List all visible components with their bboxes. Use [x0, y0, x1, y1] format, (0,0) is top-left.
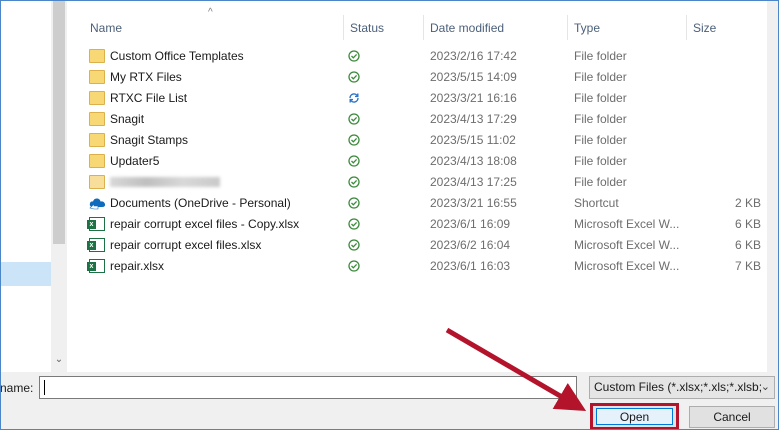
nav-selected-item[interactable] — [0, 262, 51, 286]
sync-check-icon — [348, 113, 360, 125]
sync-check-icon — [348, 50, 360, 62]
file-row[interactable]: Updater5 2023/4/13 18:08 File folder — [87, 151, 767, 172]
onedrive-shortcut-icon — [89, 196, 106, 210]
file-row[interactable]: 2023/4/13 17:25 File folder — [87, 172, 767, 193]
open-button-highlight: Open — [590, 403, 679, 430]
file-name — [110, 175, 220, 190]
file-date-modified: 2023/4/13 18:08 — [430, 154, 517, 168]
file-type-filter-label: Custom Files (*.xlsx;*.xls;*.xlsb; — [594, 380, 763, 394]
file-date-modified: 2023/4/13 17:29 — [430, 112, 517, 126]
column-divider[interactable] — [567, 15, 568, 40]
nav-scrollbar-thumb[interactable] — [53, 0, 65, 244]
file-name: My RTX Files — [110, 70, 182, 84]
column-header-size[interactable]: Size — [693, 17, 716, 39]
file-name: repair corrupt excel files - Copy.xlsx — [110, 217, 300, 231]
file-type: Shortcut — [574, 196, 619, 210]
file-name: RTXC File List — [110, 91, 188, 105]
column-divider[interactable] — [423, 15, 424, 40]
sync-check-icon — [348, 218, 360, 230]
file-row[interactable]: RTXC File List 2023/3/21 16:16 File folder — [87, 88, 767, 109]
file-date-modified: 2023/6/1 16:09 — [430, 217, 511, 231]
file-size: 6 KB — [734, 217, 761, 231]
column-divider[interactable] — [686, 15, 687, 40]
nav-scrollbar[interactable]: ⌄ — [51, 0, 67, 372]
file-type: File folder — [574, 175, 627, 189]
file-date-modified: 2023/3/21 16:16 — [430, 91, 517, 105]
file-row[interactable]: My RTX Files 2023/5/15 14:09 File folder — [87, 67, 767, 88]
column-header-type[interactable]: Type — [574, 17, 600, 39]
chevron-down-icon: ⌄ — [760, 381, 770, 393]
filename-label: name: — [0, 381, 34, 395]
file-row[interactable]: Snagit 2023/4/13 17:29 File folder — [87, 109, 767, 130]
folder-icon — [89, 91, 105, 105]
file-type: File folder — [574, 154, 627, 168]
file-size: 6 KB — [734, 238, 761, 252]
column-header-name[interactable]: Name — [90, 17, 122, 39]
file-row[interactable]: x repair.xlsx 2023/6/1 16:03 Microsoft Exce… — [87, 256, 767, 277]
sort-ascending-icon: ^ — [208, 7, 213, 18]
file-list-scrollbar[interactable] — [767, 0, 779, 372]
file-list: ^ Name Status Date modified Type Size Cu… — [67, 0, 779, 372]
text-caret — [44, 380, 45, 395]
file-row[interactable]: Snagit Stamps 2023/5/15 11:02 File folder — [87, 130, 767, 151]
file-type: File folder — [574, 133, 627, 147]
file-name: Custom Office Templates — [110, 49, 244, 63]
column-header-status[interactable]: Status — [350, 17, 384, 39]
sync-check-icon — [348, 71, 360, 83]
cancel-button[interactable]: Cancel — [689, 406, 775, 428]
file-type: File folder — [574, 49, 627, 63]
chevron-down-icon[interactable]: ⌄ — [51, 352, 67, 368]
file-row[interactable]: Documents (OneDrive - Personal) 2023/3/21… — [87, 193, 767, 214]
sync-pending-icon — [348, 92, 360, 104]
file-name: repair corrupt excel files.xlsx — [110, 238, 262, 252]
file-row[interactable]: x repair corrupt excel files.xlsx 2023/6/2… — [87, 235, 767, 256]
file-name: repair.xlsx — [110, 259, 165, 273]
file-name: Snagit Stamps — [110, 133, 189, 147]
file-row[interactable]: x repair corrupt excel files - Copy.xlsx 2… — [87, 214, 767, 235]
excel-file-icon: x — [87, 259, 105, 273]
file-name: Updater5 — [110, 154, 160, 168]
folder-icon — [89, 154, 105, 168]
file-type: File folder — [574, 112, 627, 126]
column-divider[interactable] — [343, 15, 344, 40]
file-date-modified: 2023/4/13 17:25 — [430, 175, 517, 189]
excel-file-icon: x — [87, 217, 105, 231]
excel-badge: x — [87, 220, 96, 229]
sync-check-icon — [348, 155, 360, 167]
file-type-filter[interactable]: Custom Files (*.xlsx;*.xls;*.xlsb; ⌄ — [589, 376, 775, 399]
file-type: File folder — [574, 91, 627, 105]
folder-icon — [89, 175, 105, 189]
file-name: Documents (OneDrive - Personal) — [110, 196, 291, 210]
file-date-modified: 2023/2/16 17:42 — [430, 49, 517, 63]
file-date-modified: 2023/6/1 16:03 — [430, 259, 511, 273]
file-type: File folder — [574, 70, 627, 84]
file-size: 7 KB — [734, 259, 761, 273]
file-type: Microsoft Excel W... — [574, 238, 680, 252]
sync-check-icon — [348, 239, 360, 251]
file-type: Microsoft Excel W... — [574, 259, 680, 273]
folder-icon — [89, 133, 105, 147]
sync-check-icon — [348, 197, 360, 209]
file-date-modified: 2023/3/21 16:55 — [430, 196, 517, 210]
redacted-name — [110, 177, 220, 187]
sync-check-icon — [348, 176, 360, 188]
open-button[interactable]: Open — [596, 408, 673, 425]
folder-icon — [89, 49, 105, 63]
file-date-modified: 2023/6/2 16:04 — [430, 238, 511, 252]
sync-check-icon — [348, 134, 360, 146]
column-header-date-modified[interactable]: Date modified — [430, 17, 504, 39]
file-row[interactable]: Custom Office Templates 2023/2/16 17:42 Fi… — [87, 46, 767, 67]
excel-file-icon: x — [87, 238, 105, 252]
folder-icon — [89, 70, 105, 84]
file-size: 2 KB — [734, 196, 761, 210]
file-date-modified: 2023/5/15 14:09 — [430, 70, 517, 84]
excel-badge: x — [87, 262, 96, 271]
folder-icon — [89, 112, 105, 126]
file-date-modified: 2023/5/15 11:02 — [430, 133, 516, 147]
file-type: Microsoft Excel W... — [574, 217, 680, 231]
excel-badge: x — [87, 241, 96, 250]
filename-input[interactable] — [39, 376, 577, 399]
sync-check-icon — [348, 260, 360, 272]
file-name: Snagit — [110, 112, 145, 126]
